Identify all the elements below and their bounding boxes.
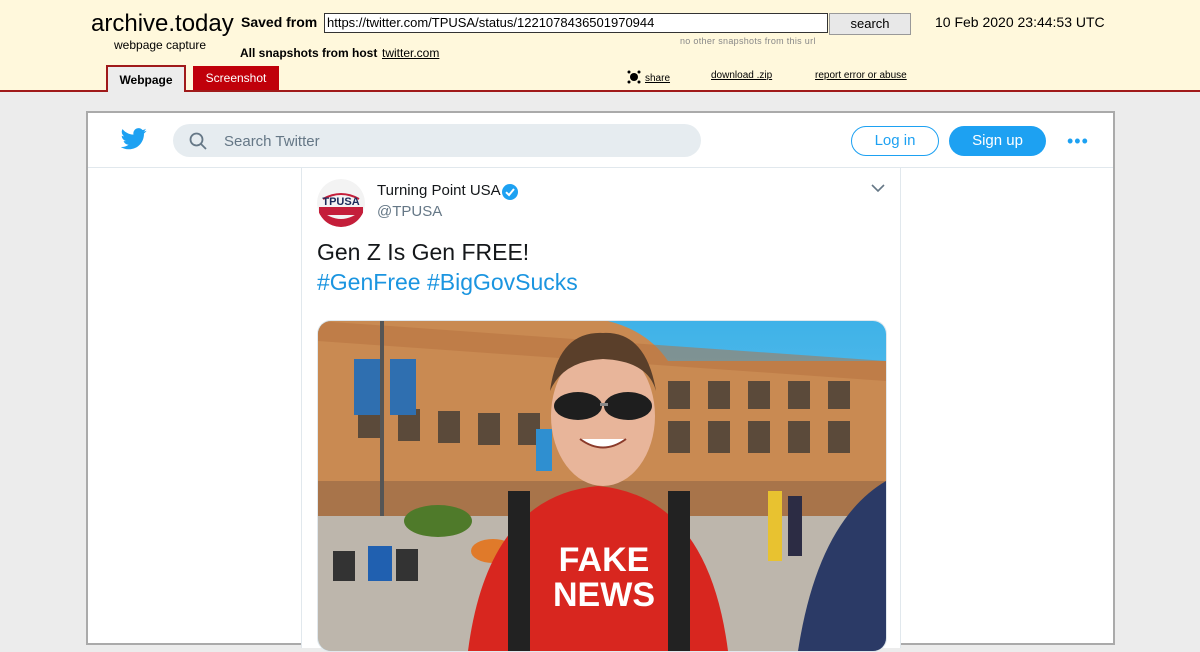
no-other-snapshots-note: no other snapshots from this url bbox=[680, 36, 816, 46]
shirt-text-fake: FAKE bbox=[559, 541, 650, 579]
display-name[interactable]: Turning Point USA bbox=[377, 182, 501, 199]
avatar[interactable]: TPUSA bbox=[317, 179, 365, 227]
twitter-bird-icon[interactable] bbox=[121, 128, 147, 150]
search-icon bbox=[189, 132, 207, 150]
twitter-topbar: Search Twitter Log in Sign up ••• bbox=[88, 113, 1113, 168]
archive-subtitle: webpage capture bbox=[114, 38, 207, 52]
more-options-icon[interactable]: ••• bbox=[1067, 131, 1089, 152]
share-link[interactable]: share bbox=[627, 70, 670, 87]
archive-brand[interactable]: archive.today bbox=[91, 10, 234, 38]
capture-datetime: 10 Feb 2020 23:44:53 UTC bbox=[935, 14, 1105, 30]
tweet-text: Gen Z Is Gen FREE! #GenFree #BigGovSucks bbox=[317, 237, 578, 297]
tab-screenshot[interactable]: Screenshot bbox=[193, 66, 279, 90]
all-snapshots-label: All snapshots from host bbox=[240, 46, 378, 60]
search-placeholder: Search Twitter bbox=[224, 133, 320, 150]
tweet-text-line: Gen Z Is Gen FREE! bbox=[317, 239, 530, 265]
tab-webpage[interactable]: Webpage bbox=[106, 65, 186, 92]
user-handle[interactable]: @TPUSA bbox=[377, 203, 442, 220]
saved-from-label: Saved from bbox=[241, 14, 318, 30]
tweet-column: TPUSA Turning Point USA @TPUSA Gen Z Is … bbox=[301, 168, 901, 652]
search-button[interactable]: search bbox=[829, 13, 911, 35]
share-icon bbox=[627, 70, 641, 84]
twitter-search-input[interactable]: Search Twitter bbox=[173, 124, 701, 157]
host-link[interactable]: twitter.com bbox=[382, 46, 439, 60]
chevron-down-icon[interactable] bbox=[871, 183, 885, 193]
verified-badge-icon bbox=[502, 184, 518, 200]
report-error-link[interactable]: report error or abuse bbox=[815, 70, 907, 81]
share-label: share bbox=[645, 73, 671, 84]
tweet-hashtags[interactable]: #GenFree #BigGovSucks bbox=[317, 267, 578, 297]
archive-header: archive.today webpage capture Saved from… bbox=[0, 0, 1200, 92]
captured-page-frame: Search Twitter Log in Sign up ••• TPUSA … bbox=[86, 111, 1115, 652]
download-zip-link[interactable]: download .zip bbox=[711, 70, 772, 81]
avatar-text: TPUSA bbox=[322, 196, 359, 208]
photo-illustration: FAKE NEWS bbox=[318, 321, 886, 651]
login-button[interactable]: Log in bbox=[851, 126, 939, 156]
shirt-text-news: NEWS bbox=[553, 576, 655, 614]
tweet-photo[interactable]: FAKE NEWS bbox=[317, 320, 887, 652]
tpusa-logo-avatar: TPUSA bbox=[317, 179, 365, 227]
signup-button[interactable]: Sign up bbox=[949, 126, 1046, 156]
url-input[interactable]: https://twitter.com/TPUSA/status/1221078… bbox=[324, 13, 828, 33]
